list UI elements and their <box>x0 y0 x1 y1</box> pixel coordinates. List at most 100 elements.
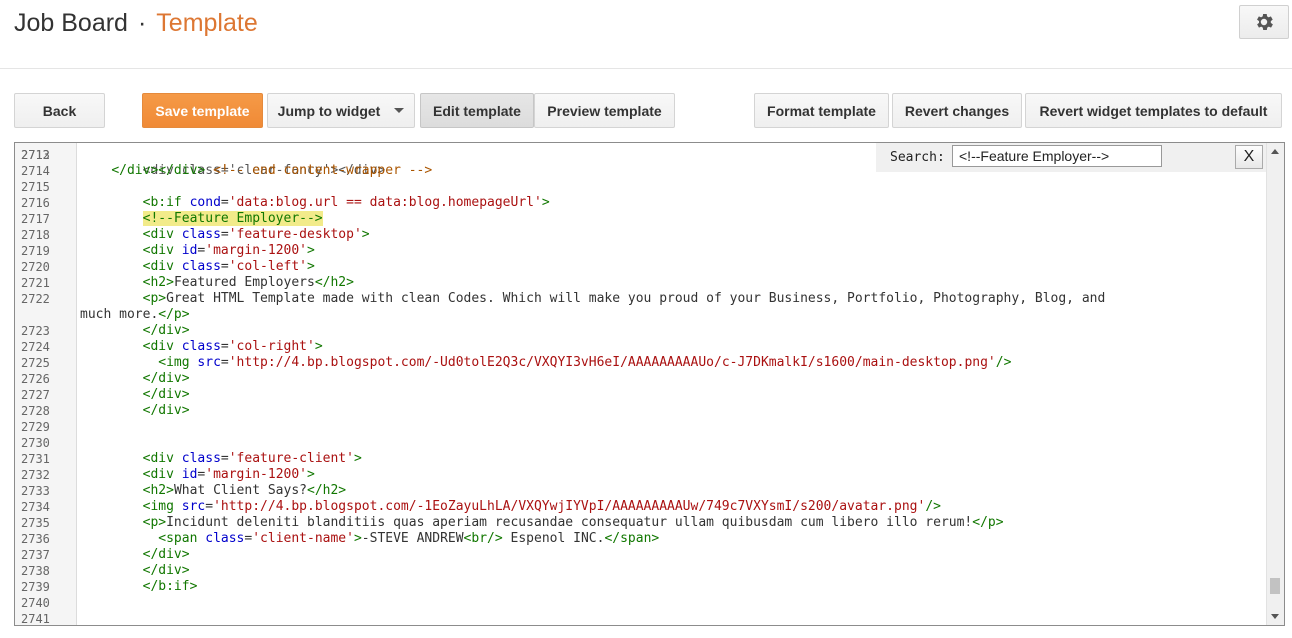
edit-template-button[interactable]: Edit template <box>420 93 534 128</box>
scroll-up-icon[interactable] <box>1271 149 1279 154</box>
search-label: Search: <box>890 150 945 165</box>
code-editor[interactable]: 2712 <div class='clear-fancy'></div> 271… <box>14 142 1285 626</box>
gear-icon <box>1257 14 1273 30</box>
code-line[interactable]: 2721 <h2>Featured Employers</h2> <box>15 275 1267 291</box>
line-number: 2727 <box>21 388 50 402</box>
code-token: Incidunt deleniti blanditiis quas aperia… <box>166 515 973 530</box>
scroll-down-icon[interactable] <box>1271 614 1279 619</box>
code-text: </div></div> <!-- end content-wrapper --… <box>80 163 432 179</box>
line-number: 2730 <box>21 436 50 450</box>
blog-name: Job Board <box>14 9 128 37</box>
code-token: 'http://4.bp.blogspot.com/-1EoZayuLhLA/V… <box>213 499 926 514</box>
code-line[interactable]: 2726 </div> <box>15 371 1267 387</box>
vertical-scrollbar[interactable] <box>1266 143 1284 625</box>
line-number: 2724 <box>21 340 50 354</box>
line-number: 2740 <box>21 596 50 610</box>
code-token: -STEVE ANDREW <box>361 531 464 546</box>
code-line[interactable]: 2738 </div> <box>15 563 1267 579</box>
code-line[interactable]: 2725 <img src='http://4.bp.blogspot.com/… <box>15 355 1267 371</box>
code-line[interactable]: 2741 <box>15 611 1267 625</box>
code-line[interactable]: 2740 <box>15 595 1267 611</box>
code-line[interactable]: 2731 <div class='feature-client'> <box>15 451 1267 467</box>
code-line[interactable]: 2739 </b:if> <box>15 579 1267 595</box>
code-text: <!--Feature Employer--> <box>80 211 323 227</box>
code-lines[interactable]: 2712 <div class='clear-fancy'></div> 271… <box>15 143 1267 625</box>
line-number: 2721 <box>21 276 50 290</box>
code-token: > <box>361 227 370 242</box>
code-line[interactable]: 2716 <b:if cond='data:blog.url == data:b… <box>15 195 1267 211</box>
search-bar: Search: <!--Feature Employer--> X <box>876 143 1266 172</box>
code-line[interactable]: 2715 <box>15 179 1267 195</box>
code-token: = <box>205 499 214 514</box>
line-number: 2722 <box>21 292 50 306</box>
code-token: > <box>307 467 315 482</box>
code-token: > <box>541 195 550 210</box>
code-line[interactable]: 2734 <img src='http://4.bp.blogspot.com/… <box>15 499 1267 515</box>
code-line[interactable]: 2718 <div class='feature-desktop'> <box>15 227 1267 243</box>
line-number: 2728 <box>21 404 50 418</box>
code-line[interactable]: 2733 <h2>What Client Says?</h2> <box>15 483 1267 499</box>
code-text: </div> <box>80 547 190 563</box>
code-text: <div id='margin-1200'> <box>80 243 315 259</box>
code-line[interactable]: 2730 <box>15 435 1267 451</box>
line-number: 2733 <box>21 484 50 498</box>
code-text: <div class='col-left'> <box>80 259 315 275</box>
code-line[interactable]: 2719 <div id='margin-1200'> <box>15 243 1267 259</box>
preview-template-button[interactable]: Preview template <box>534 93 675 128</box>
revert-changes-button[interactable]: Revert changes <box>892 93 1022 128</box>
code-line[interactable]: 2720 <div class='col-left'> <box>15 259 1267 275</box>
code-line[interactable]: 2724 <div class='col-right'> <box>15 339 1267 355</box>
code-token: class <box>181 451 221 466</box>
back-button[interactable]: Back <box>14 93 105 128</box>
code-line[interactable]: 2723 </div> <box>15 323 1267 339</box>
code-token: 'http://4.bp.blogspot.com/-Ud0tolE2Q3c/V… <box>228 355 996 370</box>
format-template-button[interactable]: Format template <box>754 93 889 128</box>
line-number: 2737 <box>21 548 50 562</box>
code-line[interactable]: 2717 <!--Feature Employer--> <box>15 211 1267 227</box>
code-token: </span> <box>604 531 660 546</box>
code-token: = <box>220 355 229 370</box>
jump-to-widget-dropdown[interactable]: Jump to widget <box>267 93 415 128</box>
scrollbar-thumb[interactable] <box>1270 578 1280 594</box>
code-line[interactable]: much more.</p> <box>15 307 1267 323</box>
settings-button[interactable] <box>1239 5 1289 39</box>
code-token: </div> <box>142 387 190 402</box>
code-token: 'margin-1200' <box>205 467 307 482</box>
code-token: </div> <box>142 563 190 578</box>
code-line[interactable]: 2727 </div> <box>15 387 1267 403</box>
code-token: <h2> <box>142 483 174 498</box>
search-input[interactable]: <!--Feature Employer--> <box>952 145 1162 167</box>
code-line[interactable]: 2737 </div> <box>15 547 1267 563</box>
code-text: <h2>Featured Employers</h2> <box>80 275 354 291</box>
code-line[interactable]: 2722 <p>Great HTML Template made with cl… <box>15 291 1267 307</box>
code-line[interactable]: 2735 <p>Incidunt deleniti blanditiis qua… <box>15 515 1267 531</box>
code-text: <div class='feature-client'> <box>80 451 362 467</box>
code-token: > <box>307 259 315 274</box>
code-text: <p>Incidunt deleniti blanditiis quas ape… <box>80 515 1004 531</box>
revert-widget-templates-button[interactable]: Revert widget templates to default <box>1025 93 1282 128</box>
code-line[interactable]: 2729 <box>15 419 1267 435</box>
code-token: </p> <box>158 307 190 322</box>
code-token: </div> <box>142 371 190 386</box>
save-template-button[interactable]: Save template <box>142 93 263 128</box>
code-token: class <box>181 339 221 354</box>
code-token: src <box>197 355 221 370</box>
code-token: <span <box>158 531 198 546</box>
code-line[interactable]: 2728 </div> <box>15 403 1267 419</box>
code-token: <img <box>142 499 174 514</box>
close-search-button[interactable]: X <box>1235 145 1263 169</box>
code-token: <div <box>142 259 174 274</box>
code-token: 'feature-desktop' <box>228 227 362 242</box>
code-text: <span class='client-name'>-STEVE ANDREW<… <box>80 531 659 547</box>
code-line[interactable]: 2732 <div id='margin-1200'> <box>15 467 1267 483</box>
code-line[interactable]: 2736 <span class='client-name'>-STEVE AN… <box>15 531 1267 547</box>
line-number: 2732 <box>21 468 50 482</box>
